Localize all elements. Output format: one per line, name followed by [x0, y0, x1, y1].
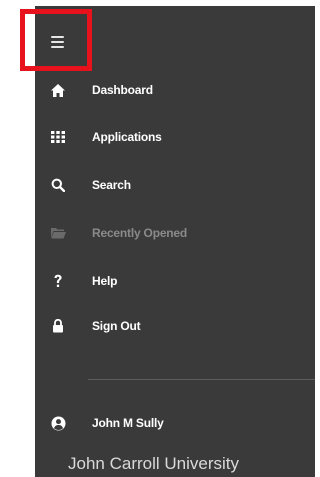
- lock-icon: [40, 319, 76, 333]
- top-strip: [20, 0, 315, 6]
- home-icon: [40, 83, 76, 97]
- hamburger-line: [51, 41, 64, 44]
- menu-item-label: Search: [92, 178, 131, 192]
- menu-item-label: Recently Opened: [92, 226, 188, 240]
- grid-icon: [40, 131, 76, 143]
- menu-item-applications[interactable]: Applications: [40, 119, 310, 155]
- folder-icon: [40, 227, 76, 239]
- menu-item-dashboard[interactable]: Dashboard: [40, 72, 310, 108]
- menu-divider: [88, 379, 315, 380]
- user-circle-icon: [40, 416, 76, 431]
- user-name: John M Sully: [92, 416, 164, 430]
- search-icon: [40, 178, 76, 192]
- menu-item-search[interactable]: Search: [40, 167, 310, 203]
- hamburger-icon[interactable]: [51, 36, 67, 50]
- menu-item-help[interactable]: Help: [40, 263, 310, 299]
- menu-item-label: Sign Out: [92, 319, 141, 333]
- menu-item-sign-out[interactable]: Sign Out: [40, 308, 310, 344]
- page: Dashboard Applications Search Recently O…: [0, 0, 315, 477]
- menu-item-recently-opened[interactable]: Recently Opened: [40, 215, 310, 251]
- hamburger-line: [51, 36, 64, 39]
- hamburger-line: [51, 46, 64, 49]
- menu-item-label: Dashboard: [92, 83, 153, 97]
- menu-item-label: Applications: [92, 130, 162, 144]
- menu-item-label: Help: [92, 274, 118, 288]
- question-icon: [40, 274, 76, 288]
- university-name: John Carroll University: [68, 454, 239, 473]
- user-profile[interactable]: John M Sully: [40, 405, 310, 441]
